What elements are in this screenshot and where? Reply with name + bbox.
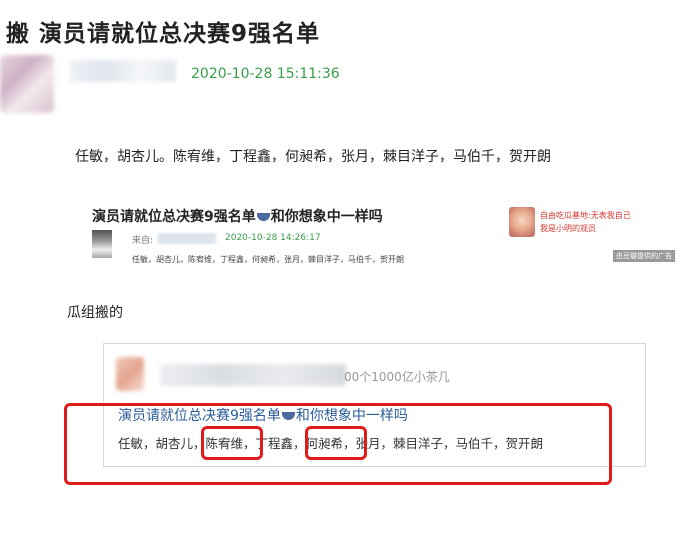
- ad-line-1[interactable]: 自由吃瓜基地:无表我自己: [540, 210, 631, 221]
- post-body: 任敏，胡杏儿。陈宥维，丁程鑫，何昶希，张月，棘目洋子，马伯千，贺开朗: [75, 149, 551, 165]
- card1-body: 任敏，胡杏儿，陈宥维，丁程鑫，何昶希，张月，棘目洋子，马伯千，贺开朗: [132, 255, 404, 264]
- ad-tag: 由豆瓣提供的广告: [613, 250, 675, 262]
- post-title: 搬 演员请就位总决赛9强名单: [6, 21, 321, 47]
- username-blurred[interactable]: [70, 60, 176, 82]
- card1-avatar: [92, 230, 112, 258]
- card1-timestamp: 2020-10-28 14:26:17: [225, 233, 321, 243]
- card2-avatar: [116, 357, 144, 391]
- card1-title-text: 演员请就位总决赛9强名单: [92, 209, 256, 225]
- ad-line-2[interactable]: 我是小明的观员: [540, 223, 596, 234]
- avatar[interactable]: [0, 55, 54, 113]
- post-timestamp: 2020-10-28 15:11:36: [191, 66, 340, 82]
- section-label: 瓜组搬的: [67, 305, 123, 321]
- card2-username-blurred: [160, 364, 346, 386]
- smile-emoji-icon: [256, 213, 270, 221]
- highlight-box-name-2: [305, 426, 367, 460]
- card1-group-blurred: [158, 233, 216, 244]
- card1-meta-prefix: 来自:: [132, 236, 154, 246]
- ad-thumbnail[interactable]: [509, 207, 535, 237]
- card1-title-suffix: 和你想象中一样吗: [270, 209, 383, 225]
- embedded-screenshot-1: 演员请就位总决赛9强名单 和你想象中一样吗 来自: 2020-10-28 14:2…: [88, 197, 652, 273]
- highlight-box-name-1: [201, 426, 263, 460]
- card2-topic: 00个1000亿小茶几: [344, 370, 450, 384]
- card1-title: 演员请就位总决赛9强名单 和你想象中一样吗: [92, 206, 383, 226]
